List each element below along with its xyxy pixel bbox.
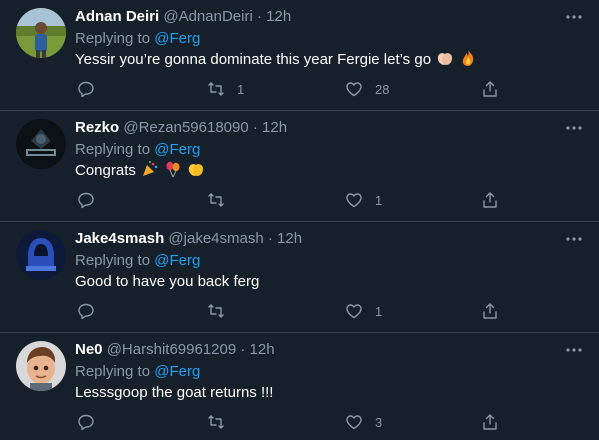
timestamp[interactable]: 12h <box>250 341 275 358</box>
retweet-icon <box>208 304 224 318</box>
share-button[interactable] <box>481 300 499 322</box>
heart-icon <box>346 82 362 97</box>
reply-icon <box>78 414 94 431</box>
heart-icon <box>346 193 362 208</box>
clapping-hands-icon <box>438 53 453 65</box>
separator-dot: · <box>256 8 262 25</box>
reply-button[interactable] <box>77 189 107 211</box>
heart-icon <box>346 415 362 430</box>
reply-icon <box>78 192 94 209</box>
like-button[interactable]: 28 <box>345 78 389 100</box>
replying-to: Replying to @Ferg <box>75 28 200 50</box>
tweet[interactable]: Ne0 @Harshit69961209 · 12h Replying to @… <box>0 333 599 440</box>
retweet-button[interactable]: 1 <box>207 78 244 100</box>
avatar[interactable] <box>16 8 66 58</box>
more-options-icon[interactable] <box>565 8 583 26</box>
tweet-header: Ne0 @Harshit69961209 · 12h <box>75 339 275 361</box>
replying-to-mention[interactable]: @Ferg <box>154 252 200 269</box>
retweet-button[interactable] <box>207 189 237 211</box>
reply-icon <box>78 81 94 98</box>
timestamp[interactable]: 12h <box>277 230 302 247</box>
clapping-hands-icon <box>189 164 204 176</box>
display-name[interactable]: Ne0 <box>75 341 103 358</box>
avatar[interactable] <box>16 341 66 391</box>
user-handle[interactable]: @AdnanDeiri <box>163 8 252 25</box>
share-icon <box>483 81 497 97</box>
share-icon <box>483 192 497 208</box>
tweet-header: Adnan Deiri @AdnanDeiri · 12h <box>75 6 291 28</box>
tweet-text-content: Yessir you’re gonna dominate this year F… <box>75 51 432 68</box>
heart-icon <box>346 304 362 319</box>
tweet-text-content: Good to have you back ferg <box>75 273 260 290</box>
display-name[interactable]: Rezko <box>75 119 119 136</box>
replying-to-mention[interactable]: @Ferg <box>154 30 200 47</box>
tweet-actions: 1 <box>75 189 585 211</box>
tweet-text: Congrats <box>75 160 205 182</box>
timestamp[interactable]: 12h <box>262 119 287 136</box>
like-button[interactable]: 3 <box>345 411 382 433</box>
user-handle[interactable]: @Rezan59618090 <box>123 119 248 136</box>
retweet-icon <box>208 193 224 207</box>
separator-dot: · <box>240 341 246 358</box>
replying-to-label: Replying to <box>75 252 151 269</box>
replying-to-label: Replying to <box>75 141 151 158</box>
separator-dot: · <box>267 230 273 247</box>
user-handle[interactable]: @jake4smash <box>168 230 263 247</box>
tweet-text: Yessir you’re gonna dominate this year F… <box>75 49 477 71</box>
replying-to-label: Replying to <box>75 363 151 380</box>
tweet-actions: 3 <box>75 411 585 433</box>
replying-to: Replying to @Ferg <box>75 250 200 272</box>
like-button[interactable]: 1 <box>345 189 382 211</box>
reply-icon <box>78 303 94 320</box>
more-options-icon[interactable] <box>565 230 583 248</box>
tweet[interactable]: Rezko @Rezan59618090 · 12h Replying to @… <box>0 111 599 222</box>
fire-icon <box>463 50 474 66</box>
share-button[interactable] <box>481 189 499 211</box>
tweet-text-content: Lesssgoop the goat returns !!! <box>75 384 274 401</box>
like-count: 3 <box>375 414 383 430</box>
retweet-icon <box>208 82 224 96</box>
tweet-text: Lesssgoop the goat returns !!! <box>75 382 273 404</box>
replying-to-mention[interactable]: @Ferg <box>154 363 200 380</box>
share-button[interactable] <box>481 411 499 433</box>
retweet-icon <box>208 415 224 429</box>
tweet[interactable]: Jake4smash @jake4smash · 12h Replying to… <box>0 222 599 333</box>
tweet-text-content: Congrats <box>75 162 136 179</box>
more-options-icon[interactable] <box>565 341 583 359</box>
tweet[interactable]: Adnan Deiri @AdnanDeiri · 12h Replying t… <box>0 0 599 111</box>
share-icon <box>483 414 497 430</box>
like-count: 1 <box>375 303 383 319</box>
balloons-icon <box>166 161 180 178</box>
reply-button[interactable] <box>77 300 107 322</box>
retweet-count: 1 <box>237 81 245 97</box>
replying-to: Replying to @Ferg <box>75 361 200 383</box>
tweet-text: Good to have you back ferg <box>75 271 259 293</box>
like-count: 28 <box>375 81 390 97</box>
reply-button[interactable] <box>77 411 107 433</box>
avatar[interactable] <box>16 119 66 169</box>
party-popper-icon <box>143 161 158 176</box>
tweet-header: Jake4smash @jake4smash · 12h <box>75 228 302 250</box>
tweet-actions: 1 <box>75 300 585 322</box>
timestamp[interactable]: 12h <box>266 8 291 25</box>
retweet-button[interactable] <box>207 411 237 433</box>
like-button[interactable]: 1 <box>345 300 382 322</box>
share-button[interactable] <box>481 78 499 100</box>
replying-to: Replying to @Ferg <box>75 139 200 161</box>
user-handle[interactable]: @Harshit69961209 <box>107 341 236 358</box>
separator-dot: · <box>252 119 258 136</box>
reply-feed: Adnan Deiri @AdnanDeiri · 12h Replying t… <box>0 0 599 440</box>
avatar[interactable] <box>16 230 66 280</box>
replying-to-mention[interactable]: @Ferg <box>154 141 200 158</box>
display-name[interactable]: Adnan Deiri <box>75 8 159 25</box>
display-name[interactable]: Jake4smash <box>75 230 164 247</box>
replying-to-label: Replying to <box>75 30 151 47</box>
like-count: 1 <box>375 192 383 208</box>
tweet-actions: 1 28 <box>75 78 585 100</box>
reply-button[interactable] <box>77 78 107 100</box>
share-icon <box>483 303 497 319</box>
more-options-icon[interactable] <box>565 119 583 137</box>
tweet-header: Rezko @Rezan59618090 · 12h <box>75 117 287 139</box>
retweet-button[interactable] <box>207 300 237 322</box>
